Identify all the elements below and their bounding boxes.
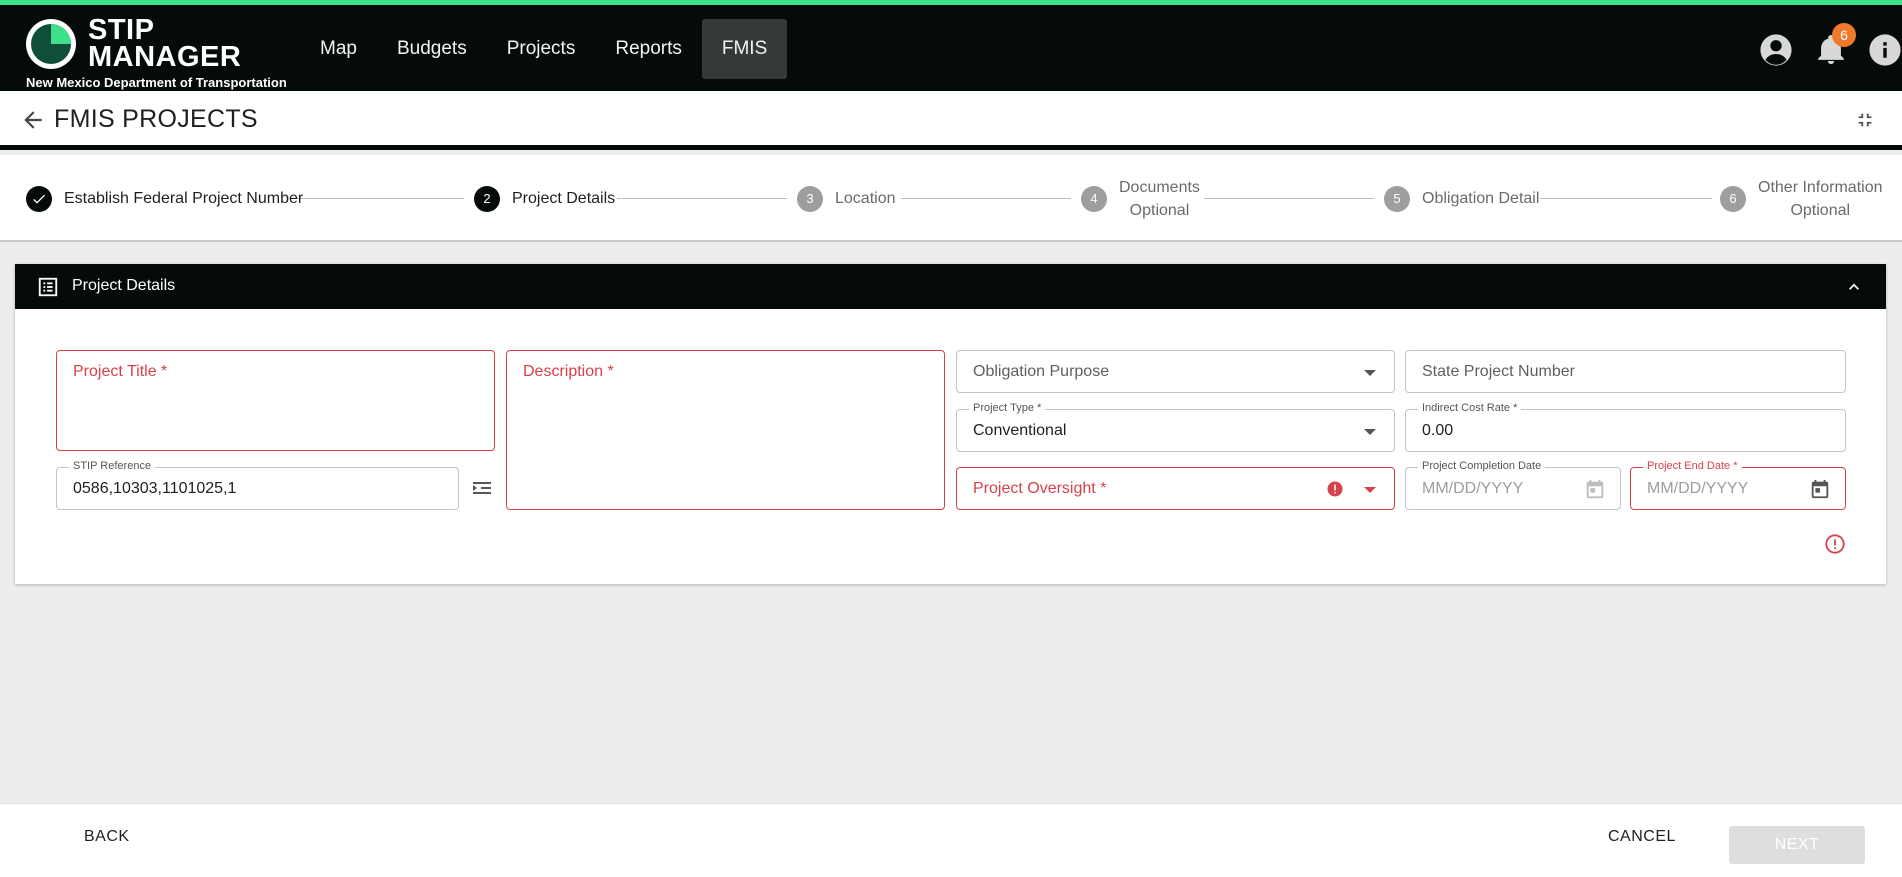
project-title-input[interactable]: Project Title * xyxy=(56,350,495,451)
calendar-icon[interactable] xyxy=(1584,478,1606,500)
step-label-main: Other Information xyxy=(1758,178,1883,196)
step-label: Documents Optional xyxy=(1119,176,1200,222)
check-icon xyxy=(26,185,52,212)
nav-item-projects[interactable]: Projects xyxy=(487,19,596,79)
step-label-optional: Optional xyxy=(1129,201,1190,219)
step-label: Project Details xyxy=(512,190,616,207)
notification-badge: 6 xyxy=(1832,23,1856,47)
project-end-date-placeholder: MM/DD/YYYY xyxy=(1647,480,1749,497)
step-connector xyxy=(1540,198,1712,199)
next-button[interactable]: NEXT xyxy=(1729,826,1865,864)
stip-reference-value: 0586,10303,1101025,1 xyxy=(73,480,237,497)
project-oversight-select[interactable]: Project Oversight * xyxy=(956,467,1395,510)
step-number: 4 xyxy=(1081,185,1107,212)
step-other-information[interactable]: 6 Other Information Optional xyxy=(1720,155,1883,242)
main-nav: Map Budgets Projects Reports FMIS xyxy=(300,19,788,79)
step-documents[interactable]: 4 Documents Optional xyxy=(1081,155,1200,242)
step-number: 3 xyxy=(797,185,823,212)
state-project-number-input[interactable]: State Project Number xyxy=(1405,350,1846,393)
step-connector xyxy=(294,198,464,199)
top-navbar: STIP MANAGER New Mexico Department of Tr… xyxy=(0,0,1902,91)
wizard-stepper: Establish Federal Project Number 2 Proje… xyxy=(0,155,1902,242)
logo-wordmark: STIP MANAGER xyxy=(88,14,242,73)
error-outline-icon xyxy=(1824,533,1846,555)
project-oversight-placeholder: Project Oversight * xyxy=(973,480,1107,497)
step-establish-federal-project-number[interactable]: Establish Federal Project Number xyxy=(26,155,303,242)
obligation-purpose-placeholder: Obligation Purpose xyxy=(973,363,1110,380)
state-project-number-placeholder: State Project Number xyxy=(1422,363,1575,380)
step-number: 2 xyxy=(474,185,500,212)
stip-reference-label: STIP Reference xyxy=(69,460,156,472)
back-arrow-icon[interactable] xyxy=(20,107,46,133)
nav-item-map[interactable]: Map xyxy=(300,19,377,79)
exit-fullscreen-icon[interactable] xyxy=(1854,109,1876,131)
step-connector xyxy=(1204,198,1374,199)
step-number: 6 xyxy=(1720,185,1746,212)
indirect-cost-rate-value: 0.00 xyxy=(1422,422,1454,439)
back-button[interactable]: BACK xyxy=(84,828,130,846)
project-type-select[interactable]: Project Type * Conventional xyxy=(956,402,1395,452)
project-end-date-input[interactable]: Project End Date * MM/DD/YYYY xyxy=(1630,460,1846,510)
error-icon xyxy=(1326,480,1344,498)
stip-reference-field[interactable]: STIP Reference 0586,10303,1101025,1 xyxy=(56,460,459,510)
account-icon[interactable] xyxy=(1759,33,1793,67)
project-type-label: Project Type * xyxy=(969,402,1046,414)
logo-mark-icon xyxy=(26,19,76,69)
card-header[interactable]: Project Details xyxy=(15,264,1886,309)
step-connector xyxy=(901,198,1071,199)
format-list-icon[interactable] xyxy=(470,476,494,500)
step-number: 5 xyxy=(1384,185,1410,212)
info-icon[interactable] xyxy=(1868,33,1902,67)
project-details-card: Project Details Project Title * STIP Ref… xyxy=(15,264,1886,584)
logo-subtitle: New Mexico Department of Transportation xyxy=(26,75,287,90)
page-header: FMIS PROJECTS xyxy=(0,91,1902,150)
step-connector xyxy=(617,198,787,199)
wizard-footer: BACK CANCEL NEXT xyxy=(0,803,1902,877)
step-project-details[interactable]: 2 Project Details xyxy=(474,155,615,242)
project-title-placeholder: Project Title * xyxy=(73,363,168,380)
step-label: Location xyxy=(835,190,896,207)
indirect-cost-rate-input[interactable]: Indirect Cost Rate * 0.00 xyxy=(1405,402,1846,452)
app-logo[interactable]: STIP MANAGER New Mexico Department of Tr… xyxy=(26,14,287,91)
project-completion-date-input[interactable]: Project Completion Date MM/DD/YYYY xyxy=(1405,460,1621,510)
chevron-up-icon[interactable] xyxy=(1844,277,1864,297)
dropdown-arrow-icon[interactable] xyxy=(1364,370,1376,376)
cancel-button[interactable]: CANCEL xyxy=(1608,828,1676,846)
logo-line-1: STIP xyxy=(88,14,155,46)
step-obligation-detail[interactable]: 5 Obligation Detail xyxy=(1384,155,1539,242)
project-end-date-label: Project End Date * xyxy=(1643,460,1742,472)
calendar-icon[interactable] xyxy=(1809,478,1831,500)
step-location[interactable]: 3 Location xyxy=(797,155,896,242)
nav-item-budgets[interactable]: Budgets xyxy=(377,19,487,79)
project-completion-date-placeholder: MM/DD/YYYY xyxy=(1422,480,1524,497)
indirect-cost-rate-label: Indirect Cost Rate * xyxy=(1418,402,1522,414)
obligation-purpose-select[interactable]: Obligation Purpose xyxy=(956,350,1395,393)
bell-icon[interactable]: 6 xyxy=(1814,23,1856,67)
page-title: FMIS PROJECTS xyxy=(54,105,258,133)
step-label: Obligation Detail xyxy=(1422,190,1540,207)
step-label: Establish Federal Project Number xyxy=(64,190,304,207)
step-label-main: Documents xyxy=(1119,178,1200,196)
logo-line-2: MANAGER xyxy=(88,41,242,73)
step-label-optional: Optional xyxy=(1790,201,1851,219)
list-icon xyxy=(37,276,59,298)
nav-item-fmis[interactable]: FMIS xyxy=(701,19,788,79)
dropdown-arrow-icon[interactable] xyxy=(1364,487,1376,493)
project-type-value: Conventional xyxy=(973,422,1067,439)
step-label: Other Information Optional xyxy=(1758,176,1883,222)
nav-item-reports[interactable]: Reports xyxy=(595,19,702,79)
dropdown-arrow-icon[interactable] xyxy=(1364,429,1376,435)
description-input[interactable]: Description * xyxy=(506,350,945,510)
description-placeholder: Description * xyxy=(523,363,614,380)
card-title: Project Details xyxy=(72,277,176,294)
project-completion-date-label: Project Completion Date xyxy=(1418,460,1546,472)
